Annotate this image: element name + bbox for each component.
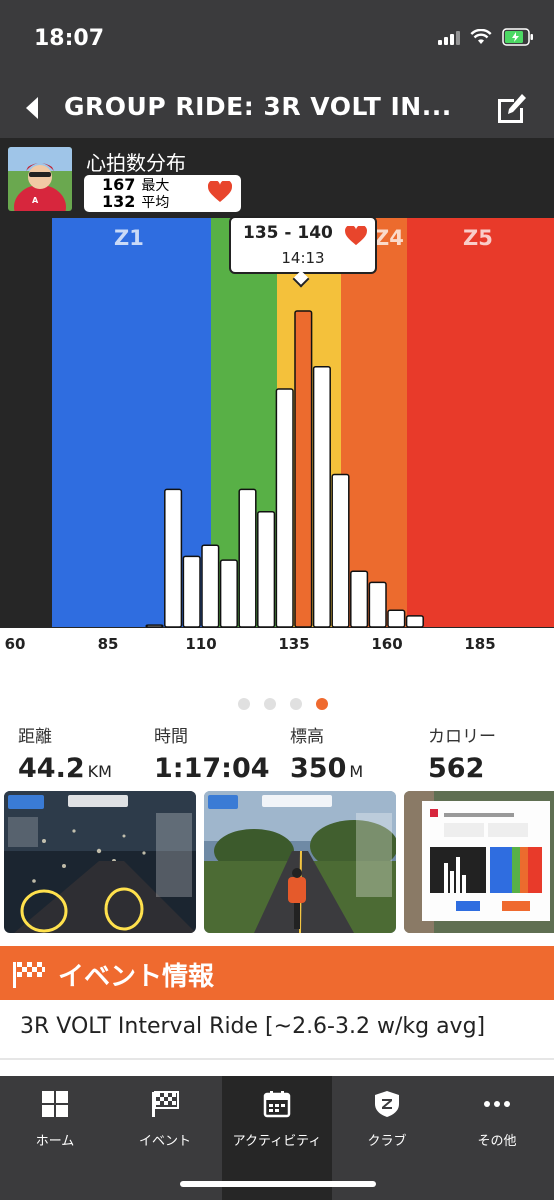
- zone-label-z1: Z1: [114, 226, 144, 250]
- histogram-bar[interactable]: [331, 473, 350, 628]
- zone-band-z4: [341, 218, 407, 627]
- nav-label: その他: [477, 1134, 517, 1149]
- x-tick-label: 160: [371, 635, 403, 653]
- stat-label: カロリー: [428, 727, 496, 747]
- page-indicator[interactable]: [0, 698, 554, 710]
- stat-calories: カロリー 562: [428, 722, 496, 784]
- page-dot[interactable]: [316, 698, 328, 710]
- histogram-bar[interactable]: [164, 488, 183, 628]
- stat-value: 44.2 KM: [18, 753, 112, 784]
- more-icon: [484, 1101, 510, 1107]
- x-tick-label: 185: [464, 635, 496, 653]
- screenshot-thumbnail[interactable]: [204, 791, 396, 933]
- histogram-bar-selected[interactable]: [294, 310, 313, 628]
- event-info-banner: イベント情報: [0, 946, 554, 1000]
- stat-time: 時間 1:17:04: [154, 722, 270, 784]
- stat-value: 1:17:04: [154, 753, 270, 784]
- tooltip-range: 135 - 140: [243, 223, 333, 243]
- stat-value: 562: [428, 753, 485, 784]
- stat-distance: 距離 44.2 KM: [18, 722, 112, 784]
- stat-label: 標高: [290, 727, 324, 747]
- page-dot[interactable]: [238, 698, 250, 710]
- event-banner-title: イベント情報: [58, 962, 215, 992]
- event-name[interactable]: 3R VOLT Interval Ride [~2.6-3.2 w/kg avg…: [20, 1014, 485, 1039]
- x-tick-label: 85: [97, 635, 119, 653]
- heart-icon: [345, 226, 367, 246]
- histogram-bar[interactable]: [238, 488, 257, 628]
- screenshot-thumbnail[interactable]: [404, 791, 554, 933]
- histogram-bar[interactable]: [257, 510, 276, 628]
- divider: [0, 1058, 554, 1060]
- histogram-bar[interactable]: [219, 559, 238, 628]
- zone-band-z5: [407, 218, 554, 627]
- bin-tooltip: 135 - 140 14:13: [229, 216, 377, 288]
- home-indicator: [180, 1181, 376, 1187]
- flag-icon: [152, 1091, 179, 1117]
- shield-icon: [375, 1091, 399, 1117]
- nav-label: ホーム: [35, 1134, 75, 1149]
- page-dot[interactable]: [290, 698, 302, 710]
- histogram-bar[interactable]: [387, 609, 406, 628]
- stat-elevation: 標高 350 M: [290, 722, 363, 784]
- checkered-flag-icon: [13, 962, 45, 988]
- nav-label: クラブ: [367, 1134, 407, 1149]
- zone-label-z5: Z5: [463, 226, 493, 250]
- nav-item-home[interactable]: ホーム: [0, 1076, 110, 1200]
- histogram-bar[interactable]: [145, 624, 164, 628]
- screenshot-thumbnail[interactable]: [4, 791, 196, 933]
- nav-label: イベント: [138, 1134, 191, 1149]
- x-axis: 60 85 110 135 160 185: [0, 628, 554, 668]
- nav-item-more[interactable]: その他: [442, 1076, 552, 1200]
- tooltip-time: 14:13: [281, 249, 325, 267]
- stat-label: 時間: [154, 727, 188, 747]
- histogram-bar[interactable]: [182, 555, 201, 628]
- histogram-bar[interactable]: [405, 615, 424, 628]
- x-tick-label: 110: [185, 635, 217, 653]
- histogram-bar[interactable]: [368, 581, 387, 628]
- histogram-bar[interactable]: [350, 570, 369, 628]
- histogram-bar[interactable]: [201, 544, 220, 628]
- x-tick-label: 135: [278, 635, 310, 653]
- stat-label: 距離: [18, 727, 52, 747]
- nav-label: アクティビティ: [232, 1134, 322, 1149]
- page-dot[interactable]: [264, 698, 276, 710]
- stat-value: 350 M: [290, 753, 364, 784]
- activity-detail-screen: 18:07 GROUP RIDE: 3R VOLT IN... A 心拍数分布 …: [0, 0, 554, 1200]
- home-icon: [42, 1091, 68, 1117]
- x-tick-label: 60: [4, 635, 26, 653]
- zone-label-z4: Z4: [374, 226, 404, 250]
- calendar-icon: [263, 1091, 291, 1118]
- heart-rate-histogram: [52, 218, 554, 628]
- histogram-bar[interactable]: [312, 365, 331, 628]
- histogram-bar[interactable]: [275, 388, 294, 628]
